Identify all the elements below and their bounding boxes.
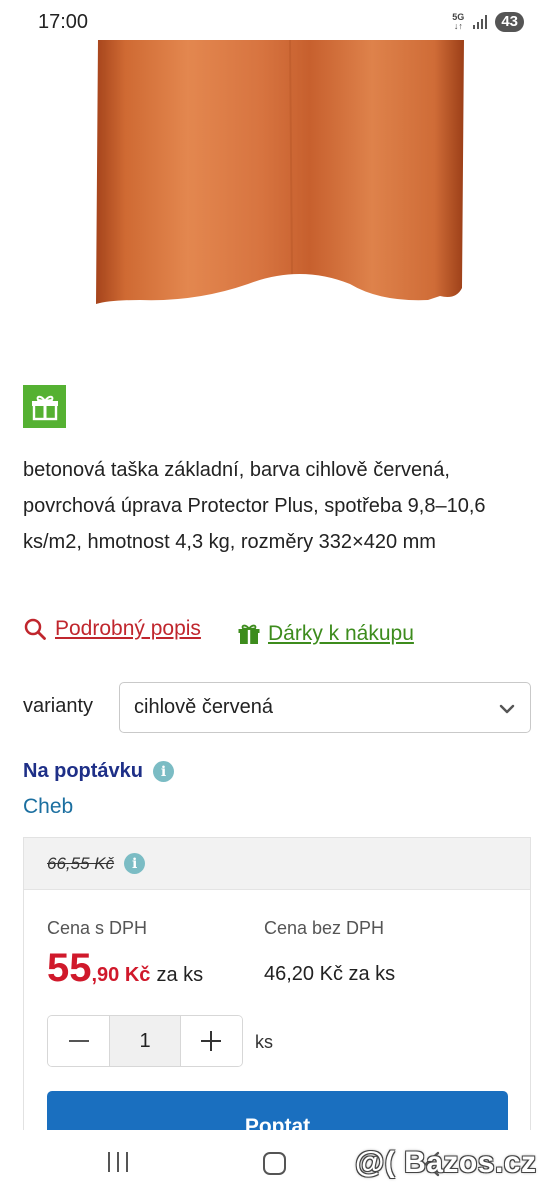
battery-indicator: 43 [495,12,524,32]
price-integer: 55 [47,946,92,990]
price-box: 66,55 Kč i Cena s DPH Cena bez DPH 55 ,9… [23,837,531,1151]
availability: Na poptávku i [23,760,175,783]
price-without-vat: 46,20 Kč za ks [264,963,396,985]
variant-selected-value: cihlově červená [134,696,273,718]
product-image[interactable] [0,37,554,338]
product-description: betonová taška základní, barva cihlově č… [23,459,486,553]
gift-icon [238,624,260,644]
price-decimal: ,90 Kč [91,964,151,986]
detail-description-label: Podrobný popis [55,617,201,640]
quantity-input[interactable]: 1 [109,1016,181,1066]
signal-icon [473,15,488,29]
price-unit: za ks [156,964,204,986]
variant-select[interactable]: cihlově červená [119,682,531,733]
navigation-bar: @( Bazos.cz [0,1130,554,1200]
old-price-row: 66,55 Kč i [24,838,530,890]
quantity-stepper: 1 [47,1015,243,1067]
variant-row: varianty cihlově červená [23,682,531,733]
roof-tile-image [96,37,464,304]
store-location[interactable]: Cheb [23,795,73,819]
network-5g-icon: 5G ↓↑ [452,12,465,31]
bazos-watermark: @( Bazos.cz [355,1146,537,1179]
status-icons: 5G ↓↑ 43 [451,12,524,32]
detail-description-link[interactable]: Podrobný popis [23,617,201,641]
price-without-vat-label: Cena bez DPH [264,918,385,938]
gift-badge[interactable] [23,385,66,428]
gifts-label: Dárky k nákupu [268,622,414,645]
variant-label: varianty [23,695,94,717]
minus-icon [68,1040,89,1042]
status-bar: 17:00 5G ↓↑ 43 [0,0,554,40]
info-icon[interactable]: i [124,853,146,874]
price-with-vat-label: Cena s DPH [47,918,148,938]
recent-apps-button[interactable] [108,1152,128,1172]
status-time: 17:00 [38,11,89,33]
search-icon [24,618,46,640]
gift-icon [31,395,58,420]
plus-icon [201,1031,222,1051]
gifts-link[interactable]: Dárky k nákupu [238,622,414,646]
quantity-unit: ks [255,1032,273,1052]
old-price: 66,55 Kč [47,853,115,873]
chevron-down-icon [499,704,515,714]
availability-status: Na poptávku [23,760,144,782]
info-icon[interactable]: i [153,761,175,782]
home-button[interactable] [263,1152,286,1175]
increase-quantity-button[interactable] [180,1016,242,1066]
product-links: Podrobný popis Dárky k nákupu [23,615,543,655]
decrease-quantity-button[interactable] [48,1016,110,1066]
price-with-vat: 55 ,90 Kč za ks [47,946,203,991]
